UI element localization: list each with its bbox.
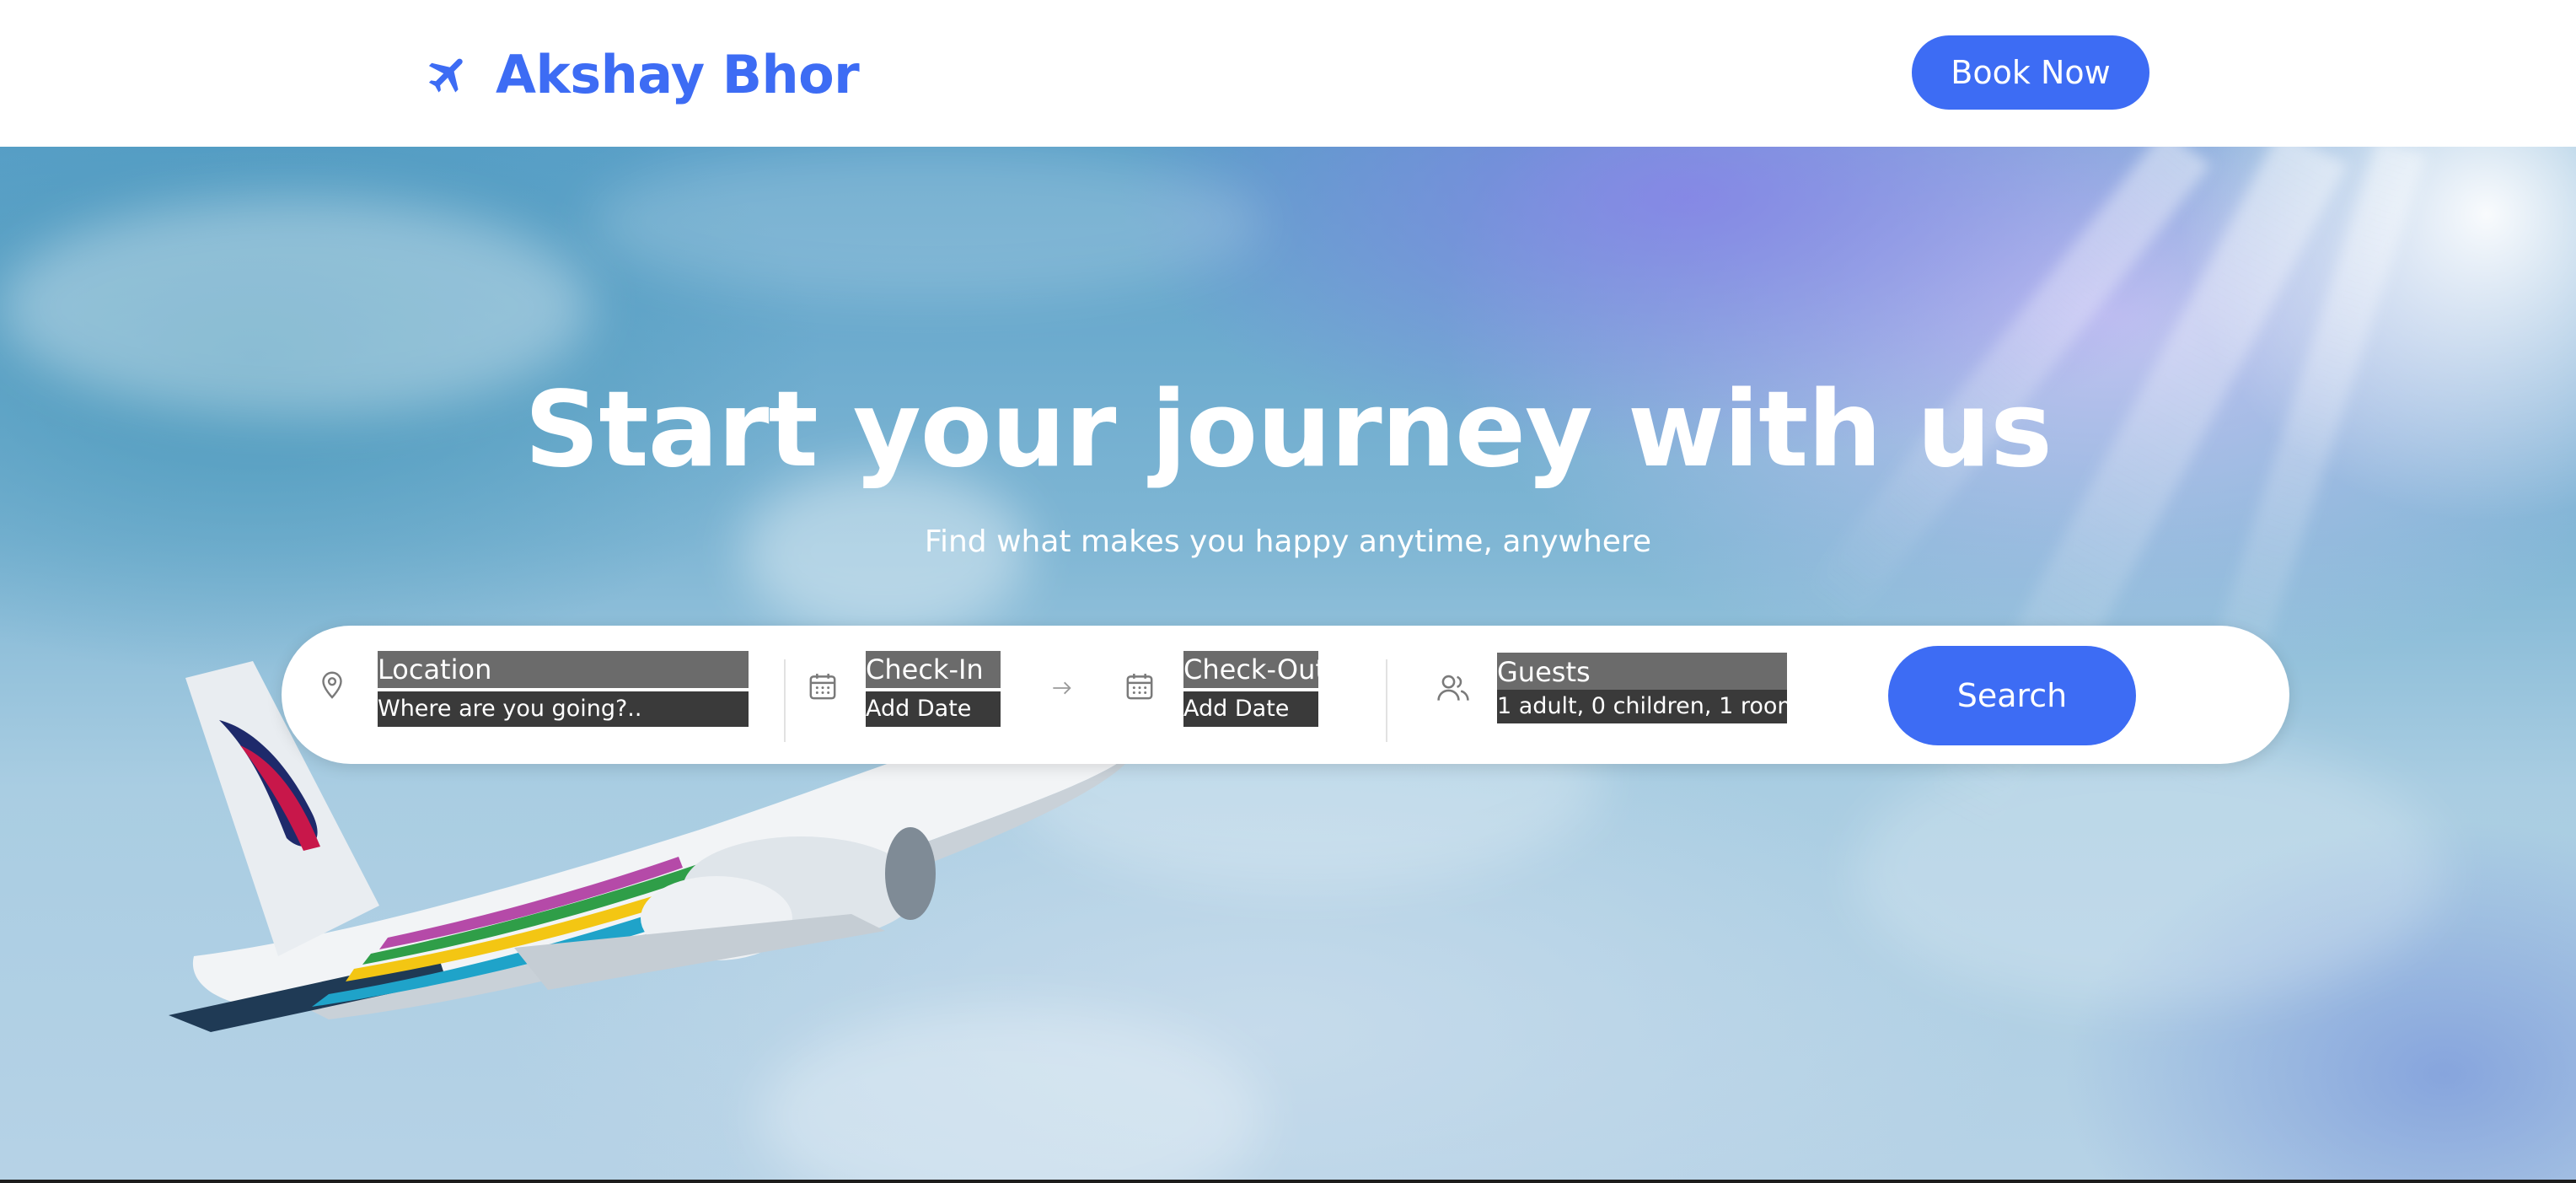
guests-selector[interactable]: 1 adult, 0 children, 1 room (1497, 690, 1787, 723)
check-in-label: Check-In (866, 651, 1001, 688)
page-bottom-border (0, 1180, 2576, 1183)
brand-name: Akshay Bhor (496, 43, 860, 105)
users-icon (1437, 675, 1469, 701)
location-label: Location (378, 651, 749, 688)
calendar-icon (1126, 674, 1153, 700)
field-divider (1386, 659, 1387, 742)
brand-logo-link[interactable]: Akshay Bhor (425, 37, 860, 111)
site-header: Akshay Bhor Book Now (0, 0, 2576, 147)
hero-title: Start your journey with us (524, 369, 2053, 491)
arrow-right-icon (1053, 681, 1071, 695)
field-divider (784, 659, 786, 742)
search-bar: Location Where are you going?.. Check-In… (282, 626, 2289, 764)
check-in-date-picker[interactable]: Add Date (866, 691, 1001, 727)
location-input[interactable]: Where are you going?.. (378, 691, 749, 727)
sky-cloud (590, 147, 1264, 298)
search-button[interactable]: Search (1888, 646, 2136, 745)
check-out-label: Check-Out (1183, 651, 1318, 688)
calendar-icon (809, 674, 836, 700)
guests-label: Guests (1497, 653, 1787, 691)
check-out-date-picker[interactable]: Add Date (1183, 691, 1318, 727)
hero-section: Start your journey with us Find what mak… (0, 147, 2576, 1180)
plane-icon (428, 58, 463, 93)
book-now-button[interactable]: Book Now (1912, 35, 2149, 110)
hero-subtitle: Find what makes you happy anytime, anywh… (924, 524, 1652, 559)
location-pin-icon (322, 671, 342, 699)
